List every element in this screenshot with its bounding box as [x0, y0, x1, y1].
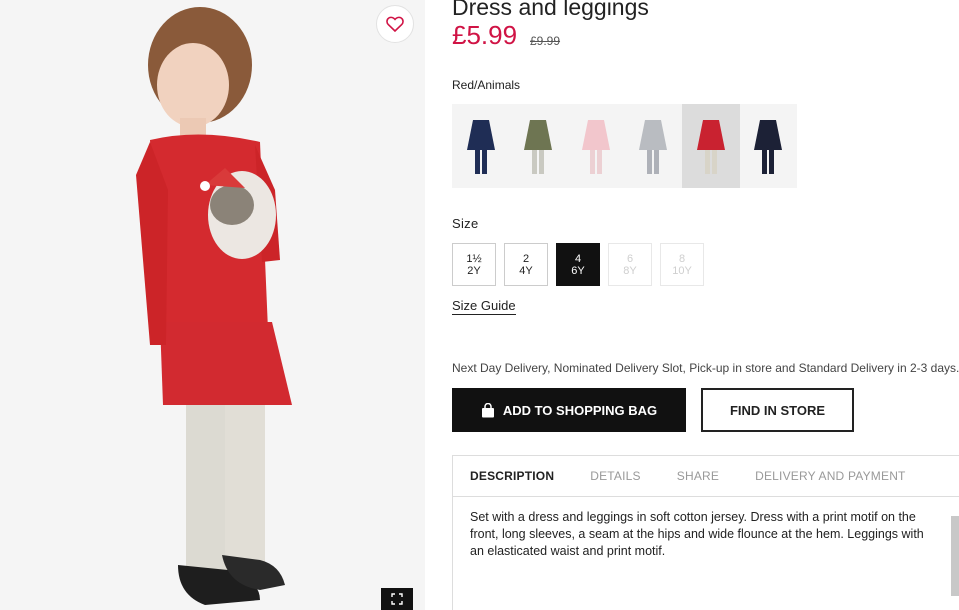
find-in-store-button[interactable]: FIND IN STORE	[701, 388, 854, 432]
size-option-10y: 8 10Y	[660, 243, 704, 286]
color-swatch-red[interactable]	[682, 104, 740, 188]
heart-icon	[386, 16, 404, 32]
size-option-4y[interactable]: 2 4Y	[504, 243, 548, 286]
size-option-top: 6	[626, 252, 634, 265]
shopping-bag-icon	[481, 402, 494, 417]
swatch-thumbnail	[581, 120, 610, 174]
add-to-bag-label: ADD TO SHOPPING BAG	[502, 402, 658, 418]
size-option-bottom: 10Y	[672, 264, 692, 277]
color-swatches	[452, 104, 797, 188]
size-option-top: 4	[574, 252, 582, 265]
size-option-top: 8	[678, 252, 686, 265]
swatch-thumbnail	[524, 120, 553, 174]
fullscreen-button[interactable]	[381, 588, 413, 610]
add-to-bag-button[interactable]: ADD TO SHOPPING BAG	[452, 388, 686, 432]
product-info-panel: DESCRIPTION DETAILS SHARE DELIVERY AND P…	[452, 455, 959, 610]
size-options: 1½ 2Y 2 4Y 4 6Y 6 8Y 8 10Y	[452, 243, 704, 286]
color-swatch-grey[interactable]	[624, 104, 682, 188]
color-swatch-pink[interactable]	[567, 104, 625, 188]
description-scrollbar[interactable]	[951, 516, 959, 596]
size-option-bottom: 4Y	[519, 264, 533, 277]
size-option-bottom: 6Y	[571, 264, 585, 277]
swatch-thumbnail	[639, 120, 668, 174]
swatch-thumbnail	[466, 120, 495, 174]
color-swatch-navy[interactable]	[452, 104, 510, 188]
delivery-note: Next Day Delivery, Nominated Delivery Sl…	[452, 361, 959, 375]
size-option-top: 2	[522, 252, 530, 265]
size-option-bottom: 2Y	[467, 264, 481, 277]
swatch-thumbnail	[754, 120, 783, 174]
product-photo	[0, 0, 425, 610]
size-option-6y[interactable]: 4 6Y	[556, 243, 600, 286]
favorite-button[interactable]	[376, 5, 414, 43]
color-swatch-dark-navy[interactable]	[739, 104, 797, 188]
size-option-2y[interactable]: 1½ 2Y	[452, 243, 496, 286]
sale-price: £5.99	[452, 20, 518, 50]
tab-description[interactable]: DESCRIPTION	[470, 469, 554, 483]
size-guide-link[interactable]: Size Guide	[452, 298, 516, 315]
size-option-8y: 6 8Y	[608, 243, 652, 286]
color-swatch-khaki[interactable]	[509, 104, 567, 188]
size-option-bottom: 8Y	[623, 264, 637, 277]
selected-color-name: Red/Animals	[452, 78, 521, 92]
size-option-top: 1½	[466, 252, 482, 265]
original-price: £9.99	[530, 34, 561, 48]
tab-delivery-and-payment[interactable]: DELIVERY AND PAYMENT	[755, 469, 906, 483]
tab-share[interactable]: SHARE	[677, 469, 719, 483]
size-label: Size	[452, 216, 479, 231]
product-description: Set with a dress and leggings in soft co…	[470, 510, 924, 558]
swatch-thumbnail	[696, 120, 725, 174]
tab-details[interactable]: DETAILS	[590, 469, 641, 483]
expand-icon	[391, 593, 403, 605]
product-title: Dress and leggings	[452, 0, 649, 20]
info-tabs: DESCRIPTION DETAILS SHARE DELIVERY AND P…	[453, 456, 959, 497]
product-image	[0, 0, 425, 610]
